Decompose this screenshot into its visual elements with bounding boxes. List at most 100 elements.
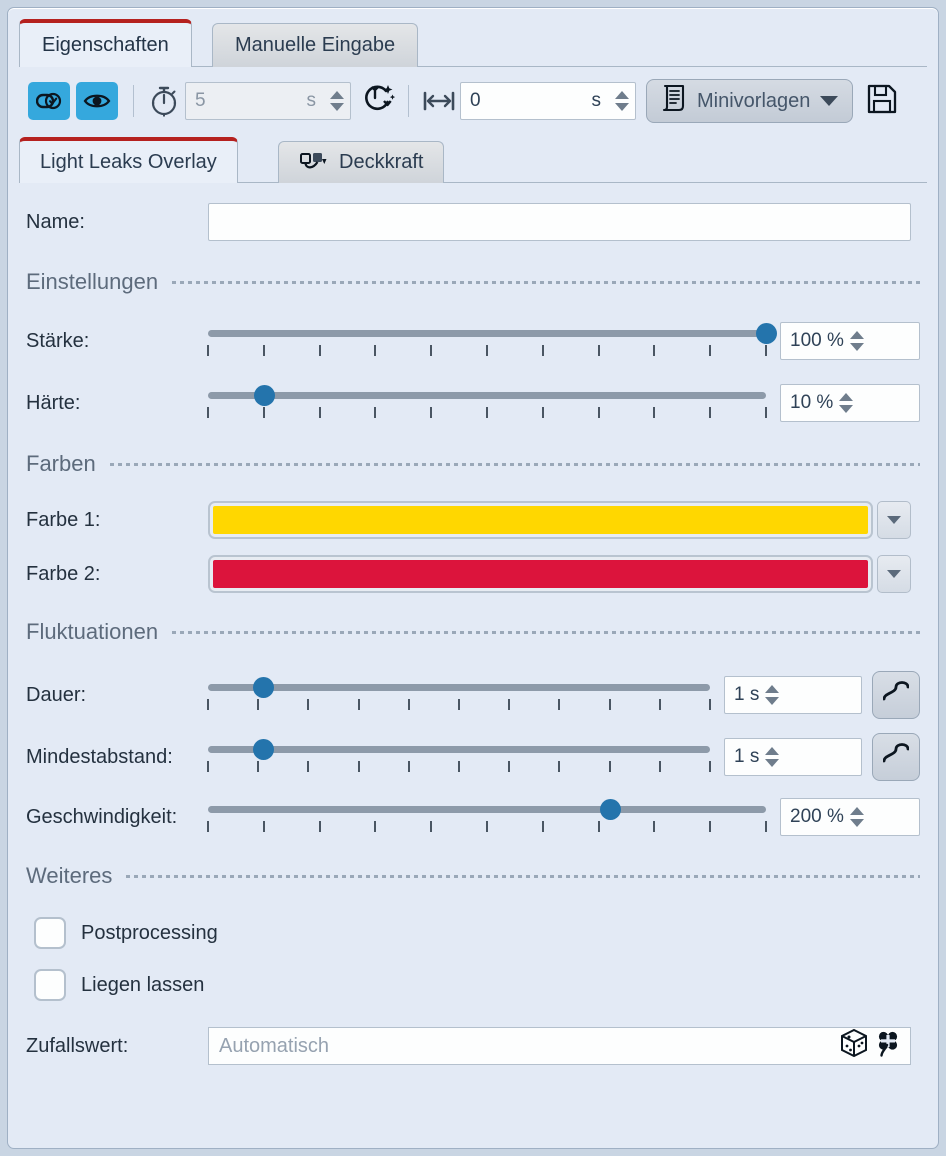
inner-tab-light-leaks-overlay[interactable]: Light Leaks Overlay xyxy=(19,137,238,183)
dauer-step-down-icon[interactable] xyxy=(765,697,780,705)
haerte-stepper[interactable] xyxy=(833,385,859,421)
staerke-value: 100 % xyxy=(790,330,844,351)
staerke-stepper[interactable] xyxy=(844,323,870,359)
dauer-randomize-button[interactable] xyxy=(872,671,920,719)
section-farben-title: Farben xyxy=(26,451,96,476)
haerte-slider-handle[interactable] xyxy=(253,385,275,406)
offset-spinner[interactable]: 0 s xyxy=(460,82,636,120)
geschwindigkeit-step-up-icon[interactable] xyxy=(849,807,864,815)
save-button[interactable] xyxy=(865,84,899,118)
geschwindigkeit-row: Geschwindigkeit: 200 % xyxy=(26,795,920,839)
zufallswert-input[interactable]: Automatisch xyxy=(208,1027,911,1065)
farbe1-row: Farbe 1: xyxy=(26,501,920,539)
staerke-spinner[interactable]: 100 % xyxy=(780,322,920,360)
zufallswert-label: Zufallswert: xyxy=(26,1034,129,1057)
farbe1-swatch[interactable] xyxy=(213,506,868,534)
visibility-button[interactable] xyxy=(76,82,118,120)
dauer-stepper[interactable] xyxy=(759,677,785,713)
mindestabstand-label: Mindestabstand: xyxy=(26,745,173,768)
mindestabstand-step-up-icon[interactable] xyxy=(765,747,780,755)
form-body: Name: Einstellungen Stärke: 100 % Härte:… xyxy=(8,203,938,1065)
geschwindigkeit-slider[interactable] xyxy=(207,795,767,839)
haerte-step-up-icon[interactable] xyxy=(839,393,854,401)
inner-tab-light-leaks-overlay-label: Light Leaks Overlay xyxy=(40,150,217,173)
auto-timing-button[interactable] xyxy=(361,84,396,118)
chevron-down-icon[interactable] xyxy=(820,96,839,106)
tab-eigenschaften-label: Eigenschaften xyxy=(42,33,169,56)
farbe2-swatch-box[interactable] xyxy=(208,555,873,593)
mindestabstand-spinner[interactable]: 1 s xyxy=(724,738,862,776)
haerte-spinner[interactable]: 10 % xyxy=(780,384,920,422)
section-divider xyxy=(172,280,920,284)
offset-step-up-icon[interactable] xyxy=(615,91,629,99)
staerke-step-up-icon[interactable] xyxy=(849,331,864,339)
staerke-slider-handle[interactable] xyxy=(756,323,777,344)
stopwatch-icon xyxy=(147,84,181,118)
duration-spinner[interactable]: 5 s xyxy=(185,82,351,120)
dauer-slider[interactable] xyxy=(207,673,711,717)
postprocessing-row[interactable]: Postprocessing xyxy=(34,917,920,949)
mindestabstand-slider-handle[interactable] xyxy=(253,739,275,760)
geschwindigkeit-step-down-icon[interactable] xyxy=(849,819,864,827)
haerte-slider-track[interactable] xyxy=(208,392,766,399)
tab-manuelle-eingabe[interactable]: Manuelle Eingabe xyxy=(212,23,419,67)
inner-tab-deckkraft[interactable]: Deckkraft xyxy=(278,141,445,183)
mindestabstand-slider-track[interactable] xyxy=(208,746,710,753)
duration-step-up-icon[interactable] xyxy=(330,91,344,99)
duration-step-down-icon[interactable] xyxy=(330,103,344,111)
dauer-slider-track[interactable] xyxy=(208,684,710,691)
mindestabstand-step-down-icon[interactable] xyxy=(765,759,780,767)
staerke-row: Stärke: 100 % xyxy=(26,319,920,363)
geschwindigkeit-spinner[interactable]: 200 % xyxy=(780,798,920,836)
dice-button[interactable] xyxy=(840,1028,868,1064)
section-fluktuationen-title: Fluktuationen xyxy=(26,619,159,644)
section-einstellungen: Einstellungen xyxy=(26,269,920,295)
clover-button[interactable] xyxy=(874,1028,902,1064)
geschwindigkeit-stepper[interactable] xyxy=(844,799,870,835)
haerte-slider[interactable] xyxy=(207,381,767,425)
opacity-curve-icon xyxy=(299,148,329,178)
liegen-lassen-checkbox[interactable] xyxy=(34,969,66,1001)
mindestabstand-stepper[interactable] xyxy=(759,739,785,775)
haerte-row: Härte: 10 % xyxy=(26,381,920,425)
section-divider xyxy=(109,462,920,466)
staerke-slider-track[interactable] xyxy=(208,330,766,337)
staerke-slider-ticks xyxy=(207,345,767,357)
duration-stepper[interactable] xyxy=(324,83,350,119)
farbe1-swatch-box[interactable] xyxy=(208,501,873,539)
dauer-spinner[interactable]: 1 s xyxy=(724,676,862,714)
farbe1-picker[interactable] xyxy=(208,501,911,539)
staerke-label: Stärke: xyxy=(26,329,90,352)
farbe2-dropdown-button[interactable] xyxy=(877,555,911,593)
haerte-step-down-icon[interactable] xyxy=(839,405,854,413)
geschwindigkeit-slider-handle[interactable] xyxy=(599,799,621,820)
geschwindigkeit-slider-track[interactable] xyxy=(208,806,766,813)
dauer-value: 1 s xyxy=(734,684,760,705)
offset-step-down-icon[interactable] xyxy=(615,103,629,111)
farbe1-dropdown-button[interactable] xyxy=(877,501,911,539)
template-document-icon xyxy=(661,84,687,118)
section-weiteres-title: Weiteres xyxy=(26,863,113,888)
farbe2-label: Farbe 2: xyxy=(26,562,101,585)
section-weiteres: Weiteres xyxy=(26,863,920,889)
staerke-slider[interactable] xyxy=(207,319,777,363)
mindestabstand-slider[interactable] xyxy=(207,735,711,779)
mindestabstand-randomize-button[interactable] xyxy=(872,733,920,781)
dauer-slider-handle[interactable] xyxy=(253,677,275,698)
name-label: Name: xyxy=(26,210,85,233)
minivorlagen-button[interactable]: Minivorlagen xyxy=(646,79,854,123)
farbe2-picker[interactable] xyxy=(208,555,911,593)
toggle-enable-button[interactable] xyxy=(28,82,70,120)
postprocessing-checkbox[interactable] xyxy=(34,917,66,949)
tab-eigenschaften[interactable]: Eigenschaften xyxy=(19,19,192,67)
offset-stepper[interactable] xyxy=(609,83,635,119)
farbe2-swatch[interactable] xyxy=(213,560,868,588)
name-input[interactable] xyxy=(208,203,911,241)
offset-unit: s xyxy=(591,90,602,111)
staerke-step-down-icon[interactable] xyxy=(849,343,864,351)
duration-unit: s xyxy=(306,90,317,111)
dauer-step-up-icon[interactable] xyxy=(765,685,780,693)
dice-icon xyxy=(840,1028,868,1064)
liegen-lassen-row[interactable]: Liegen lassen xyxy=(34,969,920,1001)
section-fluktuationen: Fluktuationen xyxy=(26,619,920,645)
